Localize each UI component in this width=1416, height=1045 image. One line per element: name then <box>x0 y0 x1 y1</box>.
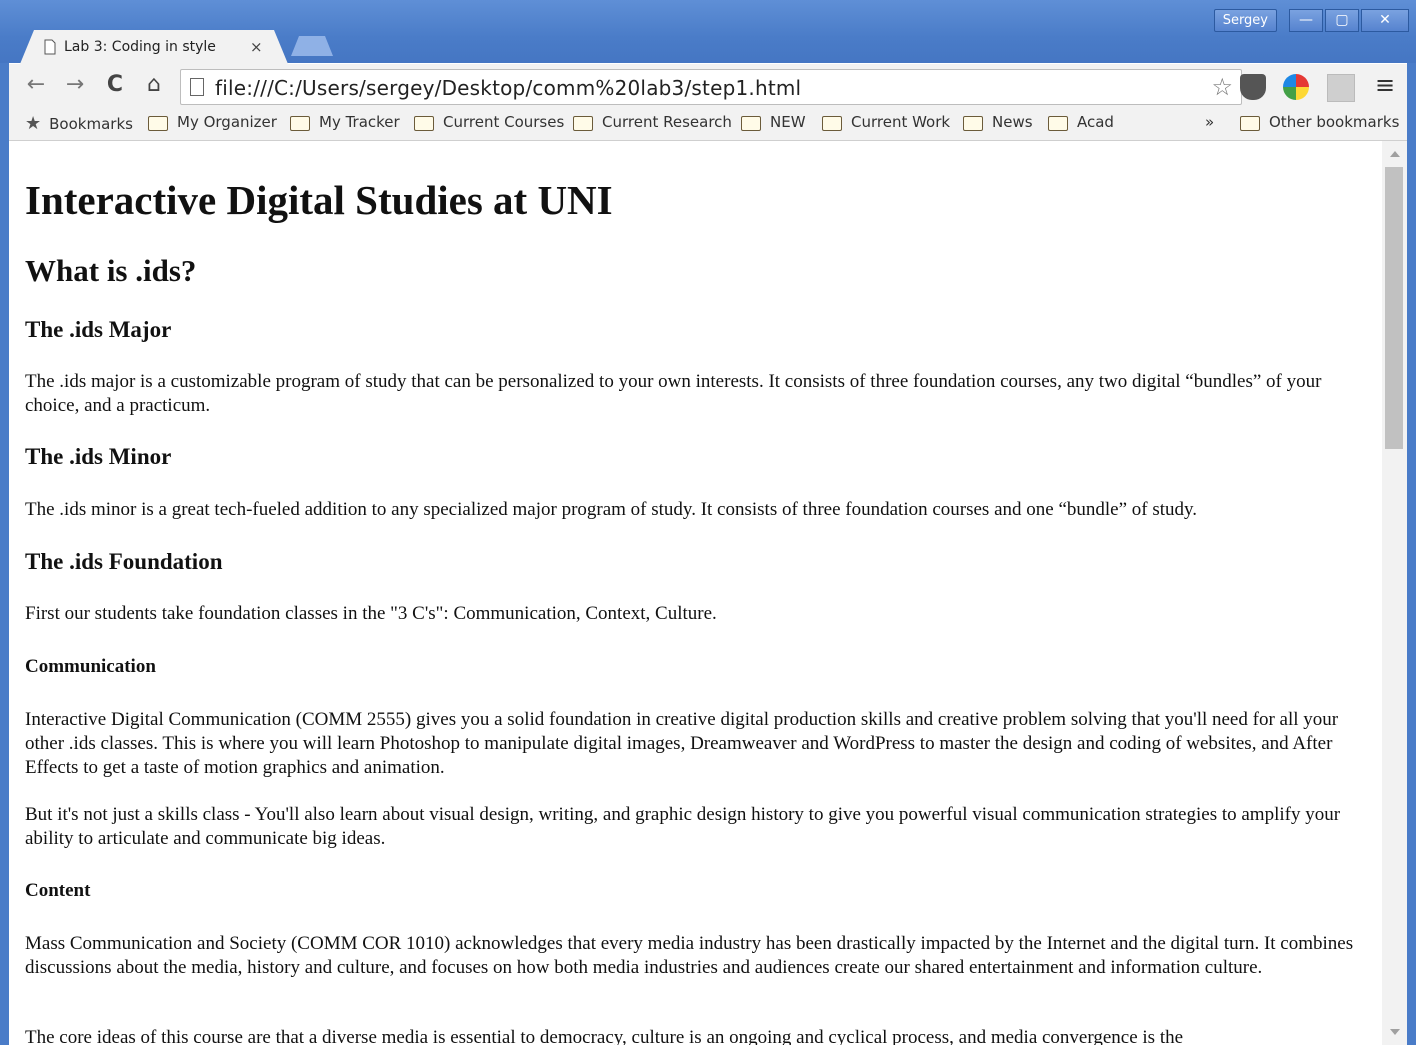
bookmarks-overflow-chevron-icon[interactable]: » <box>1205 113 1214 131</box>
bookmark-label: News <box>992 113 1033 131</box>
content-paragraph: The core ideas of this course are that a… <box>25 1027 1184 1045</box>
bookmark-folder[interactable]: My Organizer <box>148 113 277 131</box>
foundation-heading: The .ids Foundation <box>25 549 223 574</box>
title-bar: Sergey — ▢ ✕ Lab 3: Coding in style × <box>0 0 1416 64</box>
bookmark-label: Current Courses <box>443 113 565 131</box>
folder-icon <box>1240 115 1260 131</box>
address-bar[interactable]: file:///C:/Users/sergey/Desktop/comm%20l… <box>180 69 1242 105</box>
tab-title: Lab 3: Coding in style <box>64 39 216 55</box>
bookmark-folder[interactable]: NEW <box>741 113 806 131</box>
pocket-extension-icon[interactable] <box>1240 74 1266 100</box>
home-icon[interactable]: ⌂ <box>141 72 167 98</box>
bookmark-label: Other bookmarks <box>1269 113 1400 131</box>
bookmark-folder[interactable]: Current Research <box>573 113 732 131</box>
scroll-down-arrow-icon[interactable] <box>1390 1029 1400 1035</box>
star-icon: ★ <box>25 113 42 134</box>
other-bookmarks-folder[interactable]: Other bookmarks <box>1240 113 1399 131</box>
page-content: Interactive Digital Studies at UNI What … <box>9 141 1382 1045</box>
window-controls: Sergey — ▢ ✕ <box>1213 9 1409 32</box>
profile-button[interactable]: Sergey <box>1213 9 1277 32</box>
section-heading: What is .ids? <box>25 253 197 288</box>
window-frame-left <box>0 63 9 1045</box>
url-text[interactable]: file:///C:/Users/sergey/Desktop/comm%20l… <box>215 76 801 100</box>
minimize-button[interactable]: — <box>1289 9 1323 32</box>
tab-close-icon[interactable]: × <box>250 38 263 56</box>
star-icon[interactable]: ☆ <box>1211 73 1233 101</box>
foundation-paragraph: First our students take foundation class… <box>25 603 717 624</box>
folder-icon <box>148 115 168 131</box>
folder-icon <box>573 115 593 131</box>
navigation-toolbar: ← → C ⌂ file:///C:/Users/sergey/Desktop/… <box>9 64 1407 108</box>
page-icon <box>44 39 56 55</box>
page-icon <box>190 78 204 96</box>
new-tab-button[interactable] <box>291 36 333 56</box>
tab-active[interactable]: Lab 3: Coding in style × <box>20 30 288 64</box>
folder-icon <box>290 115 310 131</box>
back-arrow-icon[interactable]: ← <box>23 72 49 98</box>
major-heading: The .ids Major <box>25 317 172 342</box>
bookmark-folder[interactable]: Current Courses <box>414 113 564 131</box>
maximize-button[interactable]: ▢ <box>1325 9 1359 32</box>
browser-window: Sergey — ▢ ✕ Lab 3: Coding in style × ← … <box>0 0 1416 1045</box>
bookmark-label: Current Research <box>602 113 732 131</box>
minor-heading: The .ids Minor <box>25 444 172 469</box>
color-picker-extension-icon[interactable] <box>1283 74 1309 100</box>
folder-icon <box>1048 115 1068 131</box>
bookmark-label: My Organizer <box>177 113 277 131</box>
vertical-scrollbar[interactable] <box>1382 141 1407 1045</box>
bookmarks-item[interactable]: ★ Bookmarks <box>25 113 133 134</box>
bookmark-label: Acad <box>1077 113 1114 131</box>
content-paragraph: Mass Communication and Society (COMM COR… <box>25 933 1354 978</box>
major-paragraph: The .ids major is a customizable program… <box>25 371 1322 416</box>
folder-icon <box>741 115 761 131</box>
folder-icon <box>414 115 434 131</box>
page-title: Interactive Digital Studies at UNI <box>25 177 613 223</box>
bookmark-folder[interactable]: My Tracker <box>290 113 400 131</box>
forward-arrow-icon[interactable]: → <box>62 72 88 98</box>
folder-icon <box>822 115 842 131</box>
bookmark-folder[interactable]: Acad <box>1048 113 1114 131</box>
menu-icon[interactable]: ≡ <box>1375 71 1395 99</box>
communication-paragraph: Interactive Digital Communication (COMM … <box>25 709 1339 778</box>
pdf-extension-icon[interactable] <box>1327 74 1355 102</box>
bookmark-label: My Tracker <box>319 113 400 131</box>
bookmarks-bar: ★ Bookmarks My Organizer My Tracker Curr… <box>9 108 1407 141</box>
folder-icon <box>963 115 983 131</box>
bookmark-label: Current Work <box>851 113 951 131</box>
bookmark-folder[interactable]: News <box>963 113 1033 131</box>
communication-heading: Communication <box>25 656 156 677</box>
communication-paragraph: But it's not just a skills class - You'l… <box>25 804 1341 849</box>
bookmark-label: Bookmarks <box>49 114 133 133</box>
window-frame-right <box>1407 63 1416 1045</box>
bookmark-label: NEW <box>770 113 806 131</box>
close-window-button[interactable]: ✕ <box>1361 9 1409 32</box>
scroll-up-arrow-icon[interactable] <box>1390 151 1400 157</box>
reload-icon[interactable]: C <box>102 72 128 98</box>
minor-paragraph: The .ids minor is a great tech-fueled ad… <box>25 499 1198 520</box>
content-heading: Content <box>25 880 91 901</box>
bookmark-folder[interactable]: Current Work <box>822 113 950 131</box>
scrollbar-thumb[interactable] <box>1385 167 1403 449</box>
